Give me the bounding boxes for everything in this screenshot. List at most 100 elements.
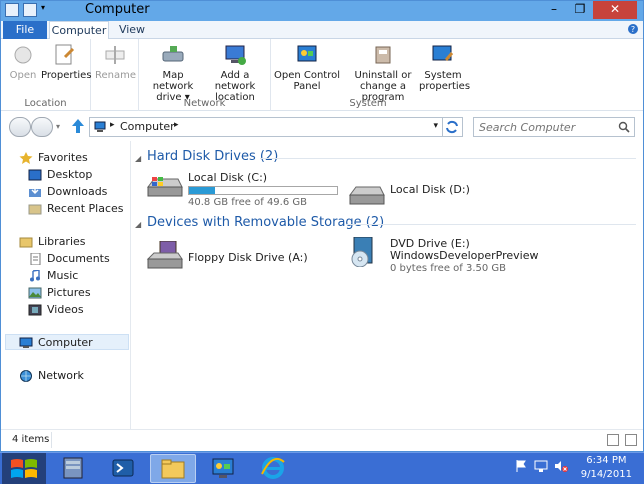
- start-button[interactable]: [2, 453, 46, 484]
- details-view-icon[interactable]: [607, 434, 619, 446]
- taskbar-server-manager[interactable]: [50, 454, 96, 483]
- breadcrumb-separator[interactable]: ▸: [110, 120, 115, 130]
- nav-desktop[interactable]: Desktop: [28, 167, 92, 183]
- drive-e-free-space: 0 bytes free of 3.50 GB: [390, 263, 507, 274]
- drive-a[interactable]: Floppy Disk Drive (A:): [146, 241, 346, 275]
- address-bar[interactable]: ▸ Computer ▸ ▾: [89, 117, 443, 137]
- drive-e[interactable]: DVD Drive (E:) WindowsDeveloperPreview 0…: [348, 237, 548, 277]
- group-system-label: System: [349, 98, 387, 109]
- back-button[interactable]: [9, 117, 31, 137]
- server-manager-icon: [63, 457, 83, 479]
- rename-button[interactable]: Rename: [95, 43, 136, 81]
- nav-favorites[interactable]: Favorites: [19, 150, 88, 166]
- clock-date: 9/14/2011: [580, 469, 632, 480]
- nav-libraries[interactable]: Libraries: [19, 234, 86, 250]
- taskbar-file-explorer[interactable]: [150, 454, 196, 483]
- downloads-icon: [29, 186, 41, 197]
- network-drive-icon: [162, 46, 184, 62]
- navigation-bar: ▾ ▸ Computer ▸ ▾: [1, 114, 643, 140]
- volume-muted-icon[interactable]: [554, 459, 568, 473]
- close-button[interactable]: ✕: [593, 1, 637, 19]
- taskbar-control-panel[interactable]: [200, 454, 246, 483]
- collapse-chevron-icon[interactable]: ◢: [135, 220, 141, 229]
- dvd-drive-icon: [351, 237, 373, 267]
- drive-c[interactable]: Local Disk (C:) 40.8 GB free of 49.6 GB: [146, 171, 346, 208]
- drive-d[interactable]: Local Disk (D:): [348, 181, 528, 211]
- group-network-label: Network: [183, 98, 226, 109]
- status-bar: 4 items: [1, 429, 643, 451]
- network-location-icon: [225, 45, 246, 65]
- collapse-chevron-icon[interactable]: ◢: [135, 154, 141, 163]
- taskbar-internet-explorer[interactable]: [250, 454, 296, 483]
- system-properties-icon: [432, 45, 454, 61]
- uninstall-program-button[interactable]: Uninstall or change a program: [341, 43, 425, 103]
- clock-time: 6:34 PM: [586, 455, 627, 466]
- tab-file[interactable]: File: [3, 21, 47, 39]
- taskbar-powershell[interactable]: [100, 454, 146, 483]
- nav-videos[interactable]: Videos: [28, 302, 84, 318]
- maximize-button[interactable]: ❐: [567, 1, 593, 19]
- music-icon: [30, 270, 40, 282]
- nav-music[interactable]: Music: [28, 268, 78, 284]
- search-box: [473, 117, 635, 137]
- title-bar: ▾ Computer – ❐ ✕: [1, 1, 643, 21]
- nav-downloads[interactable]: Downloads: [28, 184, 107, 200]
- add-network-location-button[interactable]: Add a network location: [201, 43, 269, 103]
- search-input[interactable]: [474, 118, 610, 136]
- section-hard-disk-drives[interactable]: Hard Disk Drives (2): [147, 149, 278, 164]
- nav-pictures[interactable]: Pictures: [28, 285, 91, 301]
- help-icon[interactable]: ?: [627, 23, 639, 38]
- navigation-pane: Favorites Desktop Downloads Recent Place…: [1, 141, 131, 429]
- nav-network[interactable]: Network: [19, 368, 84, 384]
- network-tray-icon[interactable]: [534, 459, 548, 473]
- breadcrumb-computer[interactable]: Computer: [120, 120, 175, 133]
- group-location-label: Location: [24, 98, 67, 109]
- content-pane: ◢ Hard Disk Drives (2) Local Disk (C:) 4…: [132, 141, 641, 429]
- map-network-drive-button[interactable]: Map network drive ▾: [141, 43, 205, 103]
- open-button[interactable]: Open: [7, 43, 39, 81]
- clock[interactable]: 6:34 PM 9/14/2011: [581, 454, 632, 482]
- section-removable-storage[interactable]: Devices with Removable Storage (2): [147, 215, 384, 230]
- group-location: Open Properties Location: [1, 39, 92, 111]
- powershell-icon: [112, 459, 134, 477]
- action-center-flag-icon[interactable]: [514, 459, 528, 473]
- open-control-panel-button[interactable]: Open Control Panel: [273, 43, 341, 92]
- tab-computer[interactable]: Computer: [49, 21, 109, 40]
- windows-logo-icon: [11, 459, 37, 478]
- refresh-button[interactable]: [443, 117, 463, 137]
- properties-qat-icon[interactable]: [5, 3, 19, 17]
- address-dropdown-icon[interactable]: ▾: [433, 121, 438, 131]
- up-arrow-icon[interactable]: [71, 118, 85, 137]
- drive-d-name: Local Disk (D:): [390, 183, 470, 196]
- recent-locations-icon[interactable]: ▾: [56, 122, 60, 131]
- tab-view[interactable]: View: [111, 21, 153, 39]
- drive-c-name: Local Disk (C:): [188, 171, 268, 184]
- properties-button[interactable]: Properties: [41, 43, 92, 81]
- refresh-icon: [446, 120, 458, 134]
- forward-button[interactable]: [31, 117, 53, 137]
- system-properties-button[interactable]: System properties: [419, 43, 470, 92]
- rename-icon: [105, 46, 125, 64]
- breadcrumb-separator[interactable]: ▸: [174, 120, 179, 130]
- qat-dropdown-icon[interactable]: ▾: [41, 3, 49, 17]
- minimize-button[interactable]: –: [541, 1, 567, 19]
- status-divider: [51, 432, 52, 448]
- ribbon: Open Properties Location Rename Map netw…: [1, 39, 643, 111]
- svg-text:?: ?: [631, 25, 635, 34]
- nav-documents[interactable]: Documents: [28, 251, 110, 267]
- large-icons-view-icon[interactable]: [625, 434, 637, 446]
- control-panel-icon: [297, 45, 317, 62]
- new-folder-qat-icon[interactable]: [23, 3, 37, 17]
- nav-recent-places[interactable]: Recent Places: [28, 201, 124, 217]
- recent-places-icon: [28, 204, 42, 215]
- properties-icon: [55, 44, 75, 65]
- drive-c-usage-bar: [188, 186, 338, 195]
- star-icon: [19, 152, 33, 164]
- network-icon: [20, 370, 32, 382]
- nav-computer[interactable]: Computer: [5, 334, 129, 350]
- search-icon[interactable]: [618, 121, 630, 133]
- group-network: Map network drive ▾ Add a network locati…: [139, 39, 271, 111]
- uninstall-icon: [375, 46, 391, 64]
- open-icon: [14, 46, 32, 64]
- window-title: Computer: [85, 2, 150, 17]
